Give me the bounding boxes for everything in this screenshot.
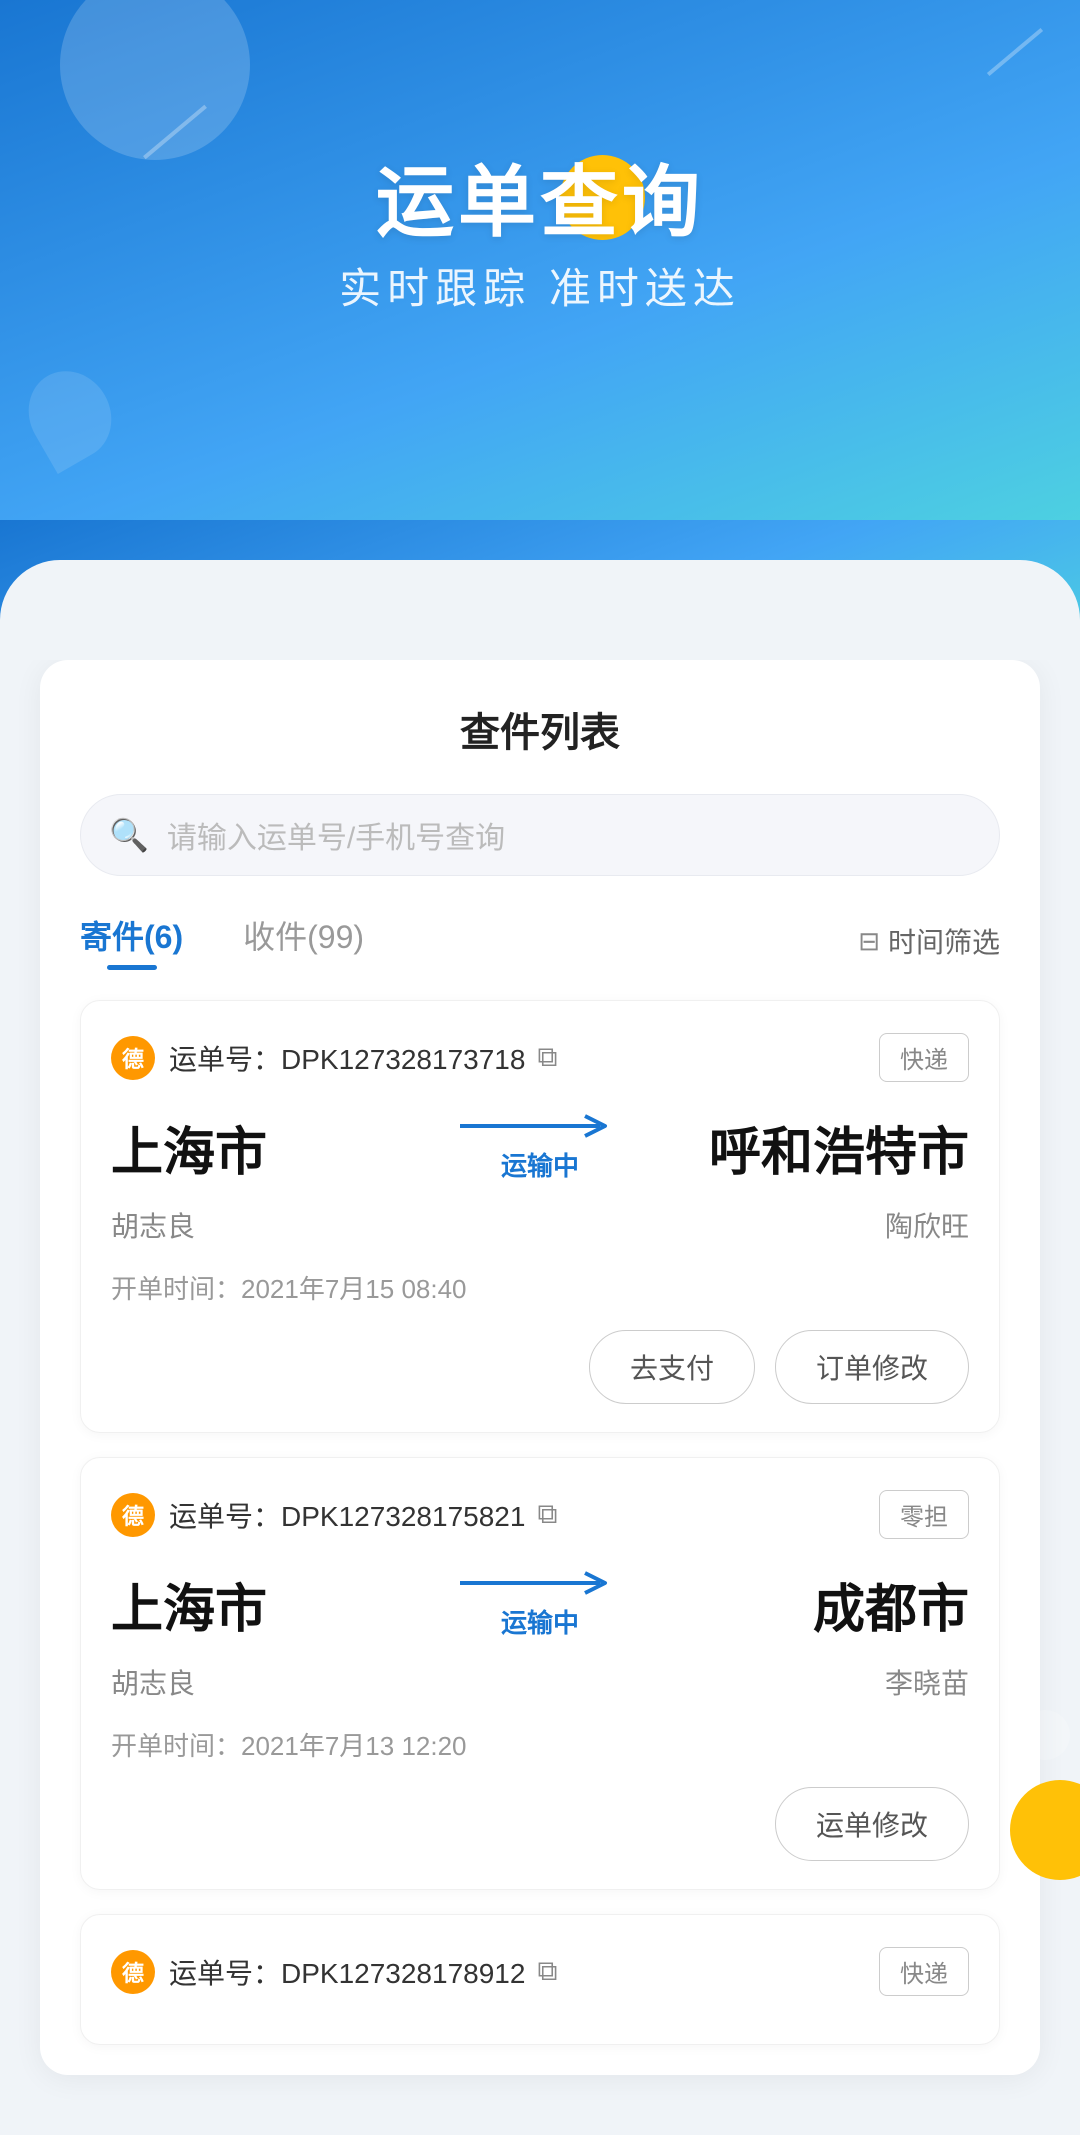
hero-title: 运单查询	[0, 140, 1080, 252]
type-badge-2: 零担	[879, 1490, 969, 1539]
search-icon: 🔍	[109, 816, 149, 854]
waybill-time-2: 开单时间：2021年7月13 12:20	[111, 1726, 969, 1763]
waybill-header-2: 德 运单号：DPK127328175821 ⧉ 零担	[111, 1490, 969, 1539]
waybill-number-3: 运单号：DPK127328178912	[169, 1952, 525, 1992]
waybill-names-1: 胡志良 陶欣旺	[111, 1205, 969, 1245]
waybill-names-2: 胡志良 李晓苗	[111, 1662, 969, 1702]
waybill-number-1: 运单号：DPK127328173718	[169, 1038, 525, 1078]
waybill-actions-2: 运单修改	[111, 1787, 969, 1861]
hero-subtitle: 实时跟踪 准时送达	[0, 255, 1080, 316]
type-badge-1: 快递	[879, 1033, 969, 1082]
waybill-time-1: 开单时间：2021年7月15 08:40	[111, 1269, 969, 1306]
copy-icon-1[interactable]: ⧉	[537, 1041, 557, 1074]
receiver-1: 陶欣旺	[540, 1205, 969, 1245]
filter-icon: ⊟	[858, 926, 880, 957]
sender-1: 胡志良	[111, 1205, 540, 1245]
route-status-2: 运输中	[501, 1603, 579, 1640]
waybill-route-1: 上海市 运输中 呼和浩特市	[111, 1110, 969, 1185]
waybill-actions-1: 去支付 订单修改	[111, 1330, 969, 1404]
tab-sent[interactable]: 寄件(6)	[80, 912, 183, 970]
tabs-row: 寄件(6) 收件(99) ⊟ 时间筛选	[80, 912, 1000, 970]
type-badge-3: 快递	[879, 1947, 969, 1996]
waybill-route-2: 上海市 运输中 成都市	[111, 1567, 969, 1642]
card-container: 查件列表 🔍 请输入运单号/手机号查询 寄件(6) 收件(99) ⊟ 时间筛选 …	[40, 660, 1040, 2075]
modify-waybill-button-2[interactable]: 运单修改	[775, 1787, 969, 1861]
waybill-card-2: 德 运单号：DPK127328175821 ⧉ 零担 上海市 运输中 成都市 胡…	[80, 1457, 1000, 1890]
card-title: 查件列表	[80, 700, 1000, 758]
search-bar[interactable]: 🔍 请输入运单号/手机号查询	[80, 794, 1000, 876]
receiver-2: 李晓苗	[540, 1662, 969, 1702]
filter-label: 时间筛选	[888, 921, 1000, 961]
waybill-logo-2: 德	[111, 1493, 155, 1537]
copy-icon-2[interactable]: ⧉	[537, 1498, 557, 1531]
deco-shape-left	[13, 356, 127, 474]
to-city-2: 成都市	[683, 1567, 969, 1642]
deco-line2	[987, 28, 1043, 76]
tab-received[interactable]: 收件(99)	[243, 912, 364, 970]
copy-icon-3[interactable]: ⧉	[537, 1955, 557, 1988]
modify-order-button-1[interactable]: 订单修改	[775, 1330, 969, 1404]
waybill-logo-1: 德	[111, 1036, 155, 1080]
search-placeholder: 请输入运单号/手机号查询	[167, 813, 505, 857]
to-city-1: 呼和浩特市	[683, 1110, 969, 1185]
route-arrow-1: 运输中	[397, 1112, 683, 1183]
pay-button-1[interactable]: 去支付	[589, 1330, 755, 1404]
waybill-number-2: 运单号：DPK127328175821	[169, 1495, 525, 1535]
hero-section: 运单查询 实时跟踪 准时送达	[0, 0, 1080, 520]
tab-filter[interactable]: ⊟ 时间筛选	[858, 921, 1000, 961]
sender-2: 胡志良	[111, 1662, 540, 1702]
route-status-1: 运输中	[501, 1146, 579, 1183]
deco-circle	[60, 0, 250, 160]
waybill-card-3: 德 运单号：DPK127328178912 ⧉ 快递	[80, 1914, 1000, 2045]
route-arrow-2: 运输中	[397, 1569, 683, 1640]
wave-bg	[0, 560, 1080, 660]
waybill-card-1: 德 运单号：DPK127328173718 ⧉ 快递 上海市 运输中 呼和浩特市…	[80, 1000, 1000, 1433]
bottom-deco-blue	[1020, 1710, 1070, 1760]
from-city-2: 上海市	[111, 1567, 397, 1642]
arrow-svg-2	[460, 1569, 620, 1597]
arrow-svg-1	[460, 1112, 620, 1140]
main-content: 查件列表 🔍 请输入运单号/手机号查询 寄件(6) 收件(99) ⊟ 时间筛选 …	[0, 660, 1080, 2135]
from-city-1: 上海市	[111, 1110, 397, 1185]
waybill-header-3: 德 运单号：DPK127328178912 ⧉ 快递	[111, 1947, 969, 1996]
waybill-logo-3: 德	[111, 1950, 155, 1994]
wave-transition	[0, 520, 1080, 660]
waybill-header-1: 德 运单号：DPK127328173718 ⧉ 快递	[111, 1033, 969, 1082]
